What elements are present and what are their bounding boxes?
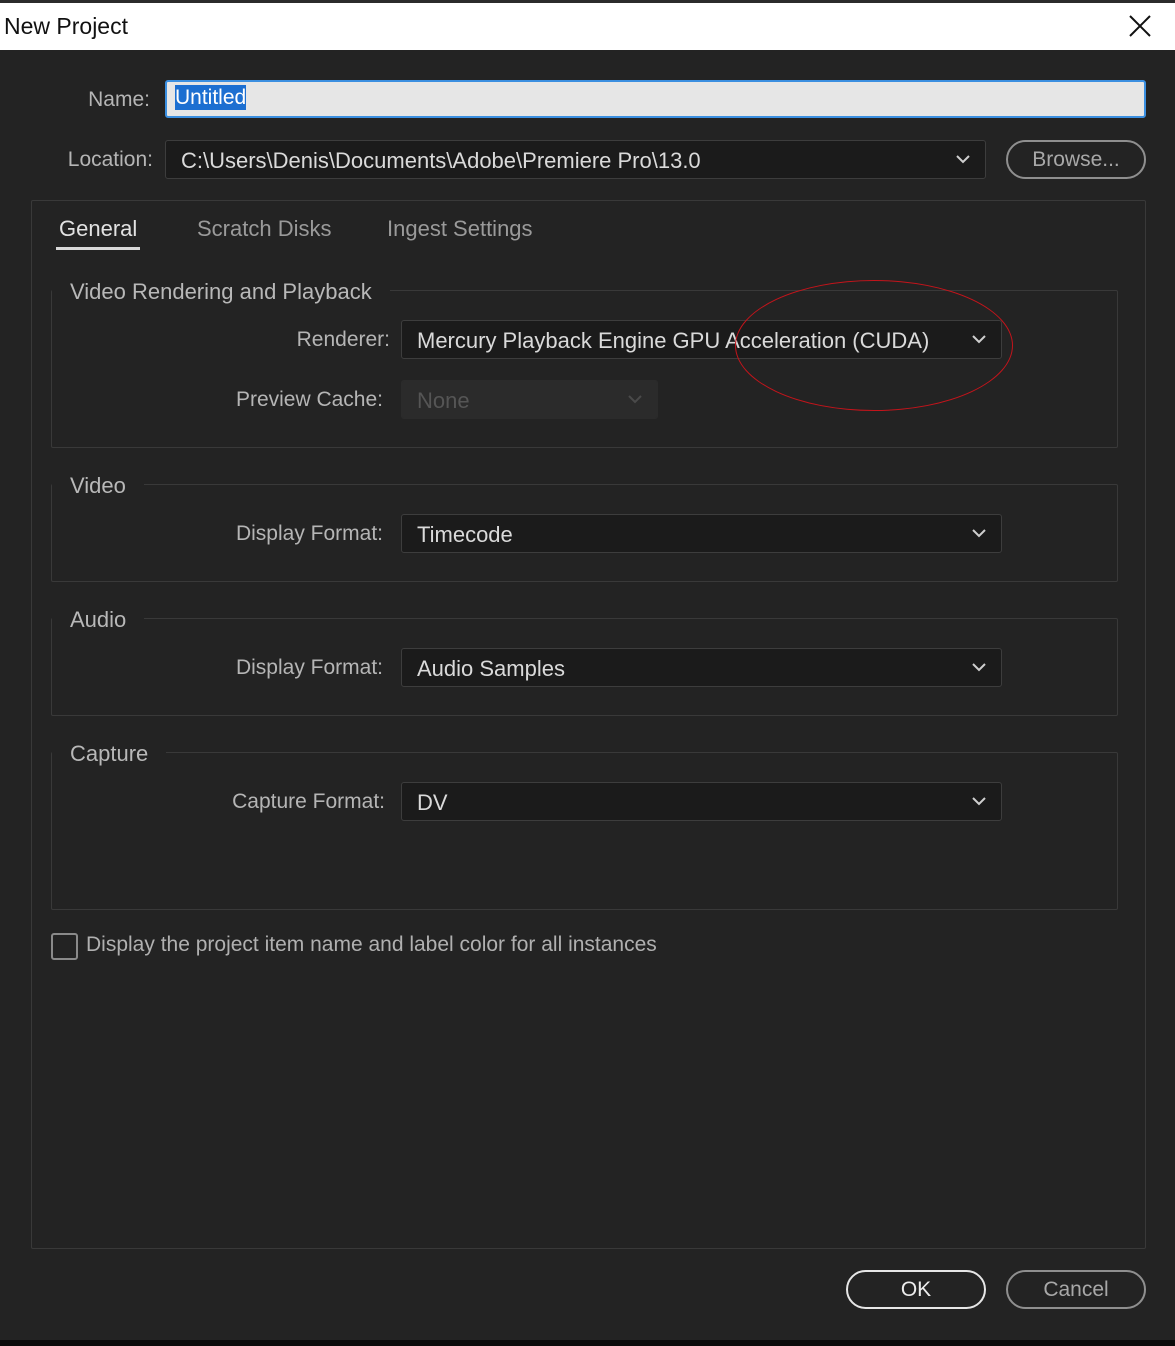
display-label-color-checkbox[interactable] (51, 933, 78, 960)
group-video-rendering (51, 290, 1118, 448)
capture-format-dropdown[interactable]: DV (401, 782, 1002, 821)
window-bottom-edge (0, 1340, 1175, 1346)
group-title-video-rendering: Video Rendering and Playback (52, 279, 390, 305)
renderer-dropdown[interactable]: Mercury Playback Engine GPU Acceleration… (401, 320, 1002, 359)
chevron-down-icon (972, 335, 986, 344)
ok-button[interactable]: OK (846, 1270, 986, 1309)
active-tab-indicator (56, 247, 140, 250)
audio-display-format-dropdown[interactable]: Audio Samples (401, 648, 1002, 687)
capture-format-label: Capture Format: (232, 790, 385, 813)
group-title-video: Video (52, 473, 144, 499)
renderer-value: Mercury Playback Engine GPU Acceleration… (417, 328, 930, 353)
preview-cache-dropdown: None (401, 380, 658, 419)
title-bar: New Project (0, 0, 1175, 50)
tab-ingest-settings[interactable]: Ingest Settings (387, 216, 533, 242)
video-display-format-label: Display Format: (235, 522, 383, 545)
preview-cache-label: Preview Cache: (235, 388, 383, 411)
audio-display-format-label: Display Format: (235, 656, 383, 679)
display-label-color-label: Display the project item name and label … (86, 933, 657, 956)
name-label: Name: (88, 88, 150, 111)
chevron-down-icon (972, 797, 986, 806)
preview-cache-value: None (417, 388, 470, 413)
group-title-audio: Audio (52, 607, 145, 633)
tab-scratch-disks[interactable]: Scratch Disks (197, 216, 331, 242)
window-title: New Project (4, 13, 128, 39)
location-dropdown[interactable]: C:\Users\Denis\Documents\Adobe\Premiere … (165, 140, 986, 179)
chevron-down-icon (956, 155, 970, 164)
cancel-button[interactable]: Cancel (1006, 1270, 1146, 1309)
project-name-value: Untitled (175, 85, 247, 110)
browse-button[interactable]: Browse... (1006, 140, 1146, 179)
close-icon[interactable] (1125, 11, 1155, 41)
group-title-capture: Capture (52, 741, 167, 767)
audio-display-format-value: Audio Samples (417, 656, 565, 681)
location-label: Location: (67, 148, 153, 171)
capture-format-value: DV (417, 790, 448, 815)
chevron-down-icon (972, 529, 986, 538)
video-display-format-value: Timecode (417, 522, 513, 547)
chevron-down-icon (628, 395, 642, 404)
tab-general[interactable]: General (59, 216, 137, 242)
group-capture (51, 752, 1118, 910)
renderer-label: Renderer: (296, 328, 390, 351)
video-display-format-dropdown[interactable]: Timecode (401, 514, 1002, 553)
project-name-input[interactable]: Untitled (165, 80, 1146, 118)
location-value: C:\Users\Denis\Documents\Adobe\Premiere … (181, 148, 701, 173)
chevron-down-icon (972, 663, 986, 672)
